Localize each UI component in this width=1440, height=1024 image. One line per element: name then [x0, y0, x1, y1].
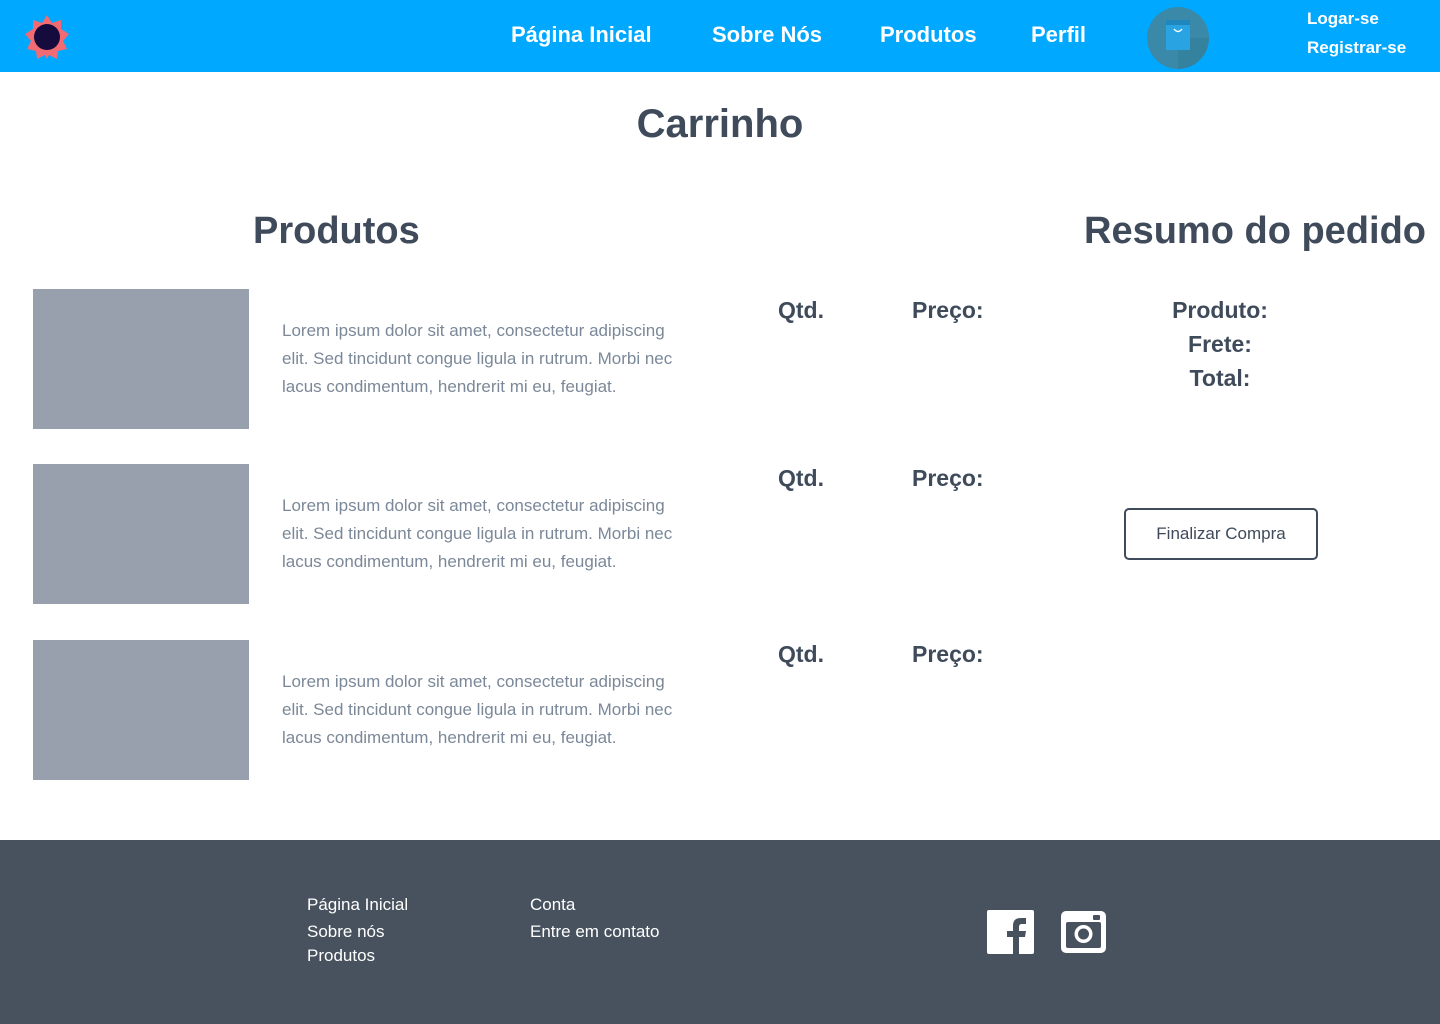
- page-title: Carrinho: [636, 102, 804, 146]
- footer-link-products[interactable]: Produtos: [307, 946, 375, 966]
- top-navbar: Página Inicial Sobre Nós Produtos Perfil…: [0, 0, 1440, 72]
- login-link[interactable]: Logar-se: [1307, 9, 1379, 29]
- order-summary-heading: Resumo do pedido: [1084, 210, 1426, 252]
- shopping-bag-icon: [1166, 20, 1209, 69]
- nav-products[interactable]: Produtos: [880, 22, 977, 48]
- product-description: Lorem ipsum dolor sit amet, consectetur …: [282, 496, 673, 571]
- footer-link-home[interactable]: Página Inicial: [307, 895, 408, 915]
- nav-profile[interactable]: Perfil: [1031, 22, 1086, 48]
- quantity-label: Qtd.: [778, 465, 824, 491]
- quantity-label: Qtd.: [778, 641, 824, 667]
- quantity-label: Qtd.: [778, 297, 824, 323]
- product-image-placeholder[interactable]: [33, 640, 249, 780]
- footer-link-contact[interactable]: Entre em contato: [530, 922, 659, 942]
- product-description: Lorem ipsum dolor sit amet, consectetur …: [282, 321, 673, 396]
- register-link[interactable]: Registrar-se: [1307, 38, 1406, 58]
- cart-button[interactable]: [1147, 7, 1209, 69]
- instagram-icon[interactable]: [1060, 910, 1107, 954]
- footer-link-account[interactable]: Conta: [530, 895, 575, 915]
- product-description: Lorem ipsum dolor sit amet, consectetur …: [282, 672, 673, 747]
- products-heading: Produtos: [253, 210, 420, 252]
- price-label: Preço:: [912, 297, 984, 323]
- nav-about[interactable]: Sobre Nós: [712, 22, 822, 48]
- product-image-placeholder[interactable]: [33, 289, 249, 429]
- product-image-placeholder[interactable]: [33, 464, 249, 604]
- price-label: Preço:: [912, 641, 984, 667]
- nav-home[interactable]: Página Inicial: [511, 22, 652, 48]
- footer: Página Inicial Sobre nós Produtos Conta …: [0, 840, 1440, 1024]
- summary-total-label: Total:: [1189, 365, 1251, 391]
- facebook-icon[interactable]: [987, 910, 1034, 954]
- sun-logo-icon[interactable]: [24, 14, 70, 60]
- checkout-button[interactable]: Finalizar Compra: [1124, 508, 1318, 560]
- summary-shipping-label: Frete:: [1188, 331, 1252, 357]
- price-label: Preço:: [912, 465, 984, 491]
- footer-link-about[interactable]: Sobre nós: [307, 922, 385, 942]
- summary-product-label: Produto:: [1172, 297, 1268, 323]
